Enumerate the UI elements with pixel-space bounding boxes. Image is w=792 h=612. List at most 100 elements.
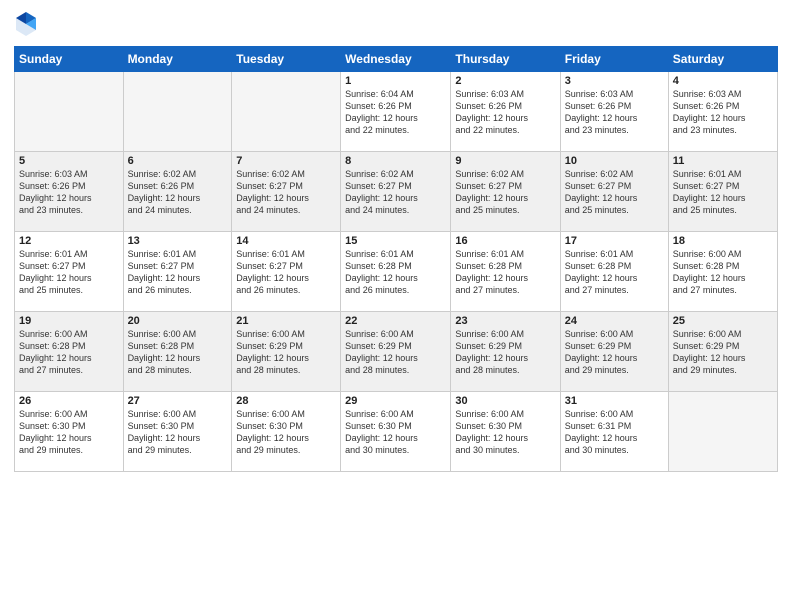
day-number: 15 — [345, 235, 446, 247]
day-number: 6 — [128, 155, 228, 167]
calendar-day-cell: 21Sunrise: 6:00 AM Sunset: 6:29 PM Dayli… — [232, 312, 341, 392]
day-info: Sunrise: 6:00 AM Sunset: 6:28 PM Dayligh… — [19, 328, 119, 377]
logo — [14, 10, 42, 38]
calendar-day-cell: 8Sunrise: 6:02 AM Sunset: 6:27 PM Daylig… — [341, 152, 451, 232]
day-number: 27 — [128, 395, 228, 407]
day-number: 25 — [673, 315, 773, 327]
calendar-day-cell: 1Sunrise: 6:04 AM Sunset: 6:26 PM Daylig… — [341, 72, 451, 152]
day-number: 24 — [565, 315, 664, 327]
day-info: Sunrise: 6:00 AM Sunset: 6:30 PM Dayligh… — [455, 408, 555, 457]
day-number: 13 — [128, 235, 228, 247]
day-info: Sunrise: 6:03 AM Sunset: 6:26 PM Dayligh… — [673, 88, 773, 137]
day-number: 11 — [673, 155, 773, 167]
calendar-day-cell — [232, 72, 341, 152]
calendar-day-cell: 12Sunrise: 6:01 AM Sunset: 6:27 PM Dayli… — [15, 232, 124, 312]
day-info: Sunrise: 6:01 AM Sunset: 6:27 PM Dayligh… — [236, 248, 336, 297]
day-number: 18 — [673, 235, 773, 247]
calendar-day-cell — [15, 72, 124, 152]
day-info: Sunrise: 6:01 AM Sunset: 6:28 PM Dayligh… — [455, 248, 555, 297]
day-info: Sunrise: 6:02 AM Sunset: 6:27 PM Dayligh… — [565, 168, 664, 217]
day-info: Sunrise: 6:04 AM Sunset: 6:26 PM Dayligh… — [345, 88, 446, 137]
day-info: Sunrise: 6:01 AM Sunset: 6:28 PM Dayligh… — [565, 248, 664, 297]
calendar-day-cell: 22Sunrise: 6:00 AM Sunset: 6:29 PM Dayli… — [341, 312, 451, 392]
calendar-week-row: 5Sunrise: 6:03 AM Sunset: 6:26 PM Daylig… — [15, 152, 778, 232]
calendar-day-cell: 27Sunrise: 6:00 AM Sunset: 6:30 PM Dayli… — [123, 392, 232, 472]
day-number: 17 — [565, 235, 664, 247]
day-info: Sunrise: 6:00 AM Sunset: 6:28 PM Dayligh… — [673, 248, 773, 297]
day-info: Sunrise: 6:01 AM Sunset: 6:27 PM Dayligh… — [673, 168, 773, 217]
calendar-day-cell: 6Sunrise: 6:02 AM Sunset: 6:26 PM Daylig… — [123, 152, 232, 232]
day-info: Sunrise: 6:00 AM Sunset: 6:31 PM Dayligh… — [565, 408, 664, 457]
day-number: 5 — [19, 155, 119, 167]
day-number: 14 — [236, 235, 336, 247]
calendar-day-cell: 24Sunrise: 6:00 AM Sunset: 6:29 PM Dayli… — [560, 312, 668, 392]
calendar-day-cell — [123, 72, 232, 152]
weekday-header: Tuesday — [232, 47, 341, 72]
day-number: 29 — [345, 395, 446, 407]
calendar-day-cell: 4Sunrise: 6:03 AM Sunset: 6:26 PM Daylig… — [668, 72, 777, 152]
day-number: 9 — [455, 155, 555, 167]
day-number: 30 — [455, 395, 555, 407]
calendar-day-cell: 26Sunrise: 6:00 AM Sunset: 6:30 PM Dayli… — [15, 392, 124, 472]
page-container: SundayMondayTuesdayWednesdayThursdayFrid… — [0, 0, 792, 482]
calendar-day-cell: 19Sunrise: 6:00 AM Sunset: 6:28 PM Dayli… — [15, 312, 124, 392]
calendar-day-cell: 9Sunrise: 6:02 AM Sunset: 6:27 PM Daylig… — [451, 152, 560, 232]
day-info: Sunrise: 6:00 AM Sunset: 6:30 PM Dayligh… — [19, 408, 119, 457]
day-number: 28 — [236, 395, 336, 407]
day-number: 3 — [565, 75, 664, 87]
day-info: Sunrise: 6:03 AM Sunset: 6:26 PM Dayligh… — [455, 88, 555, 137]
day-number: 12 — [19, 235, 119, 247]
day-info: Sunrise: 6:00 AM Sunset: 6:30 PM Dayligh… — [345, 408, 446, 457]
weekday-header: Saturday — [668, 47, 777, 72]
calendar-day-cell: 15Sunrise: 6:01 AM Sunset: 6:28 PM Dayli… — [341, 232, 451, 312]
day-number: 2 — [455, 75, 555, 87]
day-info: Sunrise: 6:01 AM Sunset: 6:28 PM Dayligh… — [345, 248, 446, 297]
day-info: Sunrise: 6:00 AM Sunset: 6:29 PM Dayligh… — [565, 328, 664, 377]
day-info: Sunrise: 6:03 AM Sunset: 6:26 PM Dayligh… — [19, 168, 119, 217]
day-number: 8 — [345, 155, 446, 167]
weekday-header: Friday — [560, 47, 668, 72]
day-number: 19 — [19, 315, 119, 327]
weekday-header: Sunday — [15, 47, 124, 72]
day-info: Sunrise: 6:02 AM Sunset: 6:27 PM Dayligh… — [345, 168, 446, 217]
day-number: 4 — [673, 75, 773, 87]
day-number: 1 — [345, 75, 446, 87]
day-number: 16 — [455, 235, 555, 247]
calendar-day-cell: 2Sunrise: 6:03 AM Sunset: 6:26 PM Daylig… — [451, 72, 560, 152]
calendar-week-row: 1Sunrise: 6:04 AM Sunset: 6:26 PM Daylig… — [15, 72, 778, 152]
day-info: Sunrise: 6:00 AM Sunset: 6:29 PM Dayligh… — [236, 328, 336, 377]
day-info: Sunrise: 6:00 AM Sunset: 6:30 PM Dayligh… — [128, 408, 228, 457]
day-info: Sunrise: 6:03 AM Sunset: 6:26 PM Dayligh… — [565, 88, 664, 137]
day-number: 23 — [455, 315, 555, 327]
calendar-day-cell: 29Sunrise: 6:00 AM Sunset: 6:30 PM Dayli… — [341, 392, 451, 472]
day-number: 21 — [236, 315, 336, 327]
day-number: 20 — [128, 315, 228, 327]
page-header — [14, 10, 778, 38]
day-number: 7 — [236, 155, 336, 167]
calendar-day-cell: 7Sunrise: 6:02 AM Sunset: 6:27 PM Daylig… — [232, 152, 341, 232]
calendar-day-cell: 31Sunrise: 6:00 AM Sunset: 6:31 PM Dayli… — [560, 392, 668, 472]
day-number: 10 — [565, 155, 664, 167]
calendar-week-row: 12Sunrise: 6:01 AM Sunset: 6:27 PM Dayli… — [15, 232, 778, 312]
calendar-day-cell: 30Sunrise: 6:00 AM Sunset: 6:30 PM Dayli… — [451, 392, 560, 472]
day-info: Sunrise: 6:00 AM Sunset: 6:29 PM Dayligh… — [455, 328, 555, 377]
day-number: 31 — [565, 395, 664, 407]
logo-icon — [14, 10, 38, 38]
day-info: Sunrise: 6:00 AM Sunset: 6:30 PM Dayligh… — [236, 408, 336, 457]
day-info: Sunrise: 6:00 AM Sunset: 6:28 PM Dayligh… — [128, 328, 228, 377]
calendar-day-cell: 18Sunrise: 6:00 AM Sunset: 6:28 PM Dayli… — [668, 232, 777, 312]
day-info: Sunrise: 6:01 AM Sunset: 6:27 PM Dayligh… — [19, 248, 119, 297]
calendar-day-cell: 11Sunrise: 6:01 AM Sunset: 6:27 PM Dayli… — [668, 152, 777, 232]
calendar-day-cell: 14Sunrise: 6:01 AM Sunset: 6:27 PM Dayli… — [232, 232, 341, 312]
weekday-header: Thursday — [451, 47, 560, 72]
calendar-week-row: 19Sunrise: 6:00 AM Sunset: 6:28 PM Dayli… — [15, 312, 778, 392]
calendar-day-cell: 20Sunrise: 6:00 AM Sunset: 6:28 PM Dayli… — [123, 312, 232, 392]
calendar-table: SundayMondayTuesdayWednesdayThursdayFrid… — [14, 46, 778, 472]
day-info: Sunrise: 6:02 AM Sunset: 6:27 PM Dayligh… — [455, 168, 555, 217]
calendar-day-cell: 23Sunrise: 6:00 AM Sunset: 6:29 PM Dayli… — [451, 312, 560, 392]
day-number: 26 — [19, 395, 119, 407]
calendar-day-cell: 28Sunrise: 6:00 AM Sunset: 6:30 PM Dayli… — [232, 392, 341, 472]
weekday-header: Monday — [123, 47, 232, 72]
day-info: Sunrise: 6:02 AM Sunset: 6:27 PM Dayligh… — [236, 168, 336, 217]
day-info: Sunrise: 6:00 AM Sunset: 6:29 PM Dayligh… — [345, 328, 446, 377]
